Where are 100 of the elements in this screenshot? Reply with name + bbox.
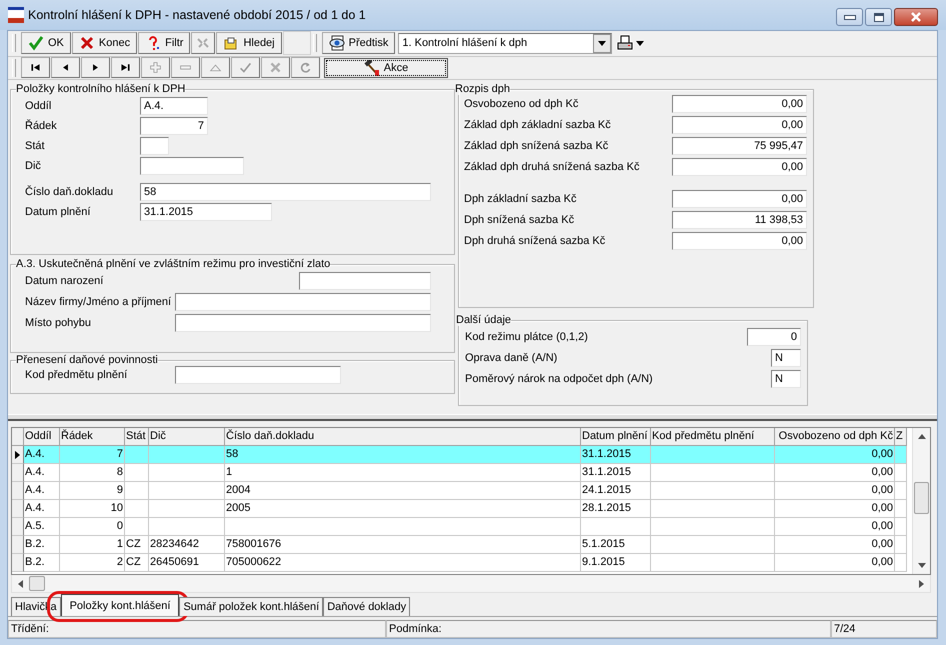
toolbar-button[interactable]: OK bbox=[21, 32, 71, 54]
field-label: Osvobozeno od dph Kč bbox=[464, 98, 580, 110]
table-row[interactable]: B.2. 2 CZ 26450691 705000622 9.1.2015 0,00 bbox=[12, 554, 912, 572]
input-field[interactable] bbox=[299, 272, 431, 290]
input-field[interactable]: 7 bbox=[140, 117, 208, 136]
column-header[interactable]: Číslo daň.dokladu bbox=[225, 428, 581, 446]
toolbar-grip bbox=[12, 58, 16, 77]
field-label: Místo pohybu bbox=[25, 317, 92, 330]
input-field[interactable]: 0,00 bbox=[672, 116, 807, 134]
scroll-thumb[interactable] bbox=[914, 482, 929, 514]
column-header[interactable]: Z bbox=[895, 428, 907, 446]
table-cell: A.4. bbox=[24, 500, 60, 518]
field-label: Řádek bbox=[25, 120, 58, 132]
column-header[interactable]: Řádek bbox=[60, 428, 125, 446]
plus-icon bbox=[149, 61, 162, 74]
input-field[interactable]: 0 bbox=[747, 328, 801, 346]
report-dropdown[interactable]: 1. Kontrolní hlášení k dph bbox=[398, 32, 612, 54]
table-cell: 705000622 bbox=[225, 554, 581, 572]
close-button[interactable] bbox=[894, 8, 938, 26]
status-text: 7/24 bbox=[831, 620, 937, 638]
field-label: Dič bbox=[25, 160, 42, 172]
input-field[interactable] bbox=[175, 366, 341, 384]
table-cell: 1 bbox=[225, 464, 581, 482]
input-field[interactable]: 0,00 bbox=[672, 232, 807, 250]
caret-icon bbox=[636, 40, 644, 46]
input-field[interactable]: 11 398,53 bbox=[672, 211, 807, 230]
group-title: Rozpis dph bbox=[455, 83, 510, 96]
input-field[interactable]: 75 995,47 bbox=[672, 137, 807, 156]
scroll-right-icon bbox=[919, 580, 924, 588]
cross-icon bbox=[269, 61, 282, 74]
maximize-button[interactable] bbox=[865, 8, 892, 26]
empty-cell bbox=[125, 500, 149, 518]
column-header[interactable]: Kod předmětu plnění bbox=[651, 428, 775, 446]
print-preview-button[interactable]: Předtisk bbox=[322, 32, 396, 54]
input-field[interactable]: A.4. bbox=[140, 97, 208, 116]
folder-icon bbox=[223, 35, 240, 52]
minimize-icon bbox=[844, 14, 856, 20]
input-field[interactable] bbox=[175, 314, 431, 332]
hammer-icon bbox=[364, 60, 380, 76]
table-row[interactable]: A.4. 9 2004 24.1.2015 0,00 bbox=[12, 482, 912, 500]
table-cell: 28234642 bbox=[149, 536, 225, 554]
table-cell: 2004 bbox=[225, 482, 581, 500]
table-cell: 0,00 bbox=[775, 500, 895, 518]
nav-button[interactable] bbox=[81, 57, 110, 78]
tab[interactable]: Položky kont.hlášení bbox=[60, 594, 180, 616]
field-label: Dph snížená sazba Kč bbox=[464, 214, 576, 226]
table-cell: CZ bbox=[125, 536, 149, 554]
table-cell: B.2. bbox=[24, 554, 60, 572]
input-field[interactable]: 0,00 bbox=[672, 95, 807, 114]
column-header[interactable]: Datum plnění bbox=[581, 428, 651, 446]
table-cell: A.4. bbox=[24, 482, 60, 500]
field-label: Datum plnění bbox=[25, 206, 92, 218]
nav-button[interactable] bbox=[51, 57, 80, 78]
input-field[interactable]: N bbox=[771, 370, 801, 388]
toolbar-grip bbox=[312, 34, 317, 52]
toolbar-button[interactable]: Hledej bbox=[216, 32, 282, 54]
column-header[interactable]: Osvobozeno od dph Kč bbox=[775, 428, 895, 446]
input-field[interactable]: 58 bbox=[140, 183, 431, 202]
input-field[interactable]: N bbox=[771, 349, 801, 368]
table-row[interactable]: A.4. 7 58 31.1.2015 0,00 bbox=[12, 446, 912, 464]
column-header[interactable]: Dič bbox=[149, 428, 225, 446]
table-cell: B.2. bbox=[24, 536, 60, 554]
input-field[interactable]: 0,00 bbox=[672, 158, 807, 176]
check-icon bbox=[28, 35, 44, 52]
column-header[interactable]: Oddíl bbox=[24, 428, 60, 446]
table-row[interactable]: B.2. 1 CZ 28234642 758001676 5.1.2015 0,00 bbox=[12, 536, 912, 554]
eye-document-icon bbox=[328, 35, 345, 52]
vertical-scrollbar[interactable] bbox=[912, 428, 930, 574]
minimize-button[interactable] bbox=[836, 8, 863, 26]
nav-button[interactable] bbox=[21, 57, 50, 78]
action-button[interactable]: Akce bbox=[324, 58, 448, 78]
table-row[interactable]: A.4. 10 2005 28.1.2015 0,00 bbox=[12, 500, 912, 518]
table-cell: CZ bbox=[125, 554, 149, 572]
input-field[interactable]: 0,00 bbox=[672, 190, 807, 208]
table-cell: 0,00 bbox=[775, 536, 895, 554]
input-field[interactable] bbox=[140, 157, 244, 176]
cross-icon bbox=[78, 35, 95, 52]
table-cell: 0,00 bbox=[775, 554, 895, 572]
input-field[interactable] bbox=[175, 293, 431, 312]
toolbar-button[interactable]: Filtr bbox=[138, 32, 190, 54]
toolbar-button[interactable]: Konec bbox=[72, 32, 138, 54]
scroll-thumb[interactable] bbox=[29, 576, 45, 592]
nav-button[interactable] bbox=[111, 57, 140, 78]
field-label: Kod režimu plátce (0,1,2) bbox=[465, 331, 589, 344]
column-header[interactable]: Stát bbox=[125, 428, 149, 446]
splitter[interactable] bbox=[8, 414, 937, 422]
horizontal-scrollbar[interactable] bbox=[11, 575, 931, 594]
tab[interactable]: Sumář položek kont.hlášení bbox=[179, 597, 324, 616]
status-text: Podmínka: bbox=[386, 620, 831, 638]
input-field[interactable]: 31.1.2015 bbox=[140, 203, 272, 222]
tab[interactable]: Daňové doklady bbox=[323, 597, 410, 616]
field-label: Základ dph snížená sazba Kč bbox=[464, 140, 610, 152]
empty-cell bbox=[895, 518, 907, 536]
input-field[interactable] bbox=[140, 137, 169, 156]
table-row[interactable]: A.4. 8 1 31.1.2015 0,00 bbox=[12, 464, 912, 482]
table-cell: 0,00 bbox=[775, 446, 895, 464]
close-icon bbox=[911, 12, 921, 22]
table-row[interactable]: A.5. 0 0,00 bbox=[12, 518, 912, 536]
table-cell: A.4. bbox=[24, 446, 60, 464]
group-title: Položky kontrolního hlášení k DPH bbox=[16, 83, 186, 96]
